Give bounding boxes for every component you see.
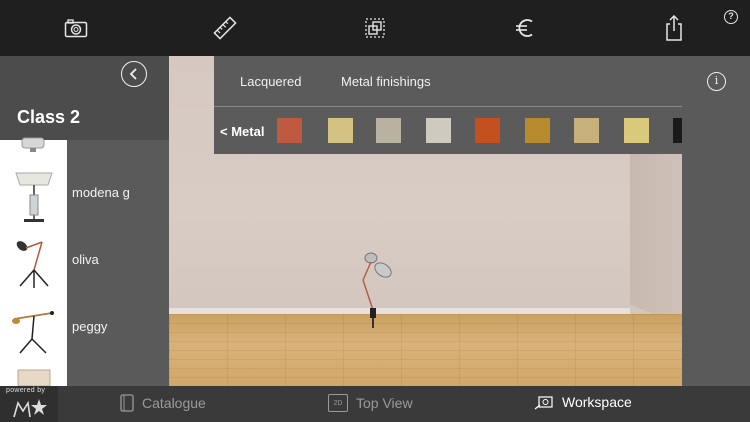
sidebar-title: Class 2 [17, 107, 81, 127]
list-item-label: oliva [72, 252, 99, 267]
info-icon[interactable]: i [707, 72, 726, 91]
list-item[interactable]: peggy [0, 292, 169, 359]
right-panel-strip [682, 56, 750, 386]
material-swatch[interactable] [525, 118, 550, 143]
metal-back-button[interactable]: < Metal [220, 124, 264, 139]
material-swatch[interactable] [574, 118, 599, 143]
powered-by-label: powered by [6, 387, 46, 394]
catalogue-sidebar: Class 2 modena g oliva peggy [0, 56, 169, 386]
list-item[interactable]: modena g [0, 158, 169, 225]
material-swatch[interactable] [426, 118, 451, 143]
camera-icon[interactable] [60, 12, 92, 44]
material-swatch[interactable] [475, 118, 500, 143]
bottom-tab-bar: Catalogue 2D Top View Workspace [0, 386, 750, 422]
material-swatch[interactable] [673, 118, 682, 143]
material-swatch[interactable] [624, 118, 649, 143]
lamp-thumbnail[interactable] [18, 132, 48, 154]
list-item-label: peggy [72, 319, 108, 334]
workspace-icon [534, 396, 553, 410]
tab-top-view[interactable]: 2D Top View [328, 394, 413, 412]
help-icon[interactable]: ? [724, 10, 738, 24]
material-swatch[interactable] [328, 118, 353, 143]
sidebar-header: Class 2 [0, 56, 169, 140]
euro-icon[interactable] [509, 12, 541, 44]
tab-catalogue-label: Catalogue [142, 395, 206, 411]
tab-catalogue[interactable]: Catalogue [120, 394, 206, 412]
chevron-left-icon [129, 68, 137, 80]
tab-top-view-label: Top View [356, 395, 413, 411]
list-item[interactable]: oliva [0, 225, 169, 292]
catalogue-icon [120, 394, 134, 412]
material-panel: Lacquered Metal finishings < Metal [214, 56, 682, 154]
tab-workspace[interactable]: Workspace [534, 394, 632, 410]
ruler-icon[interactable] [209, 12, 241, 44]
room-floor [169, 314, 682, 386]
powered-by-badge: powered by [0, 386, 58, 422]
back-button[interactable] [121, 61, 147, 87]
brand-logo [13, 399, 47, 418]
tab-lacquered[interactable]: Lacquered [240, 74, 301, 89]
list-item-label: modena g [72, 185, 130, 200]
material-swatch[interactable] [376, 118, 401, 143]
lamp-thumbnail[interactable] [8, 368, 60, 386]
material-swatch[interactable] [277, 118, 302, 143]
tab-workspace-label: Workspace [562, 394, 632, 410]
tab-metal-finishings[interactable]: Metal finishings [341, 74, 431, 89]
placed-lamp[interactable] [353, 250, 401, 332]
duplicate-icon[interactable] [359, 12, 391, 44]
divider [214, 106, 682, 107]
share-icon[interactable] [658, 12, 690, 44]
top-toolbar: ? [0, 0, 750, 56]
top-view-icon: 2D [328, 394, 348, 412]
